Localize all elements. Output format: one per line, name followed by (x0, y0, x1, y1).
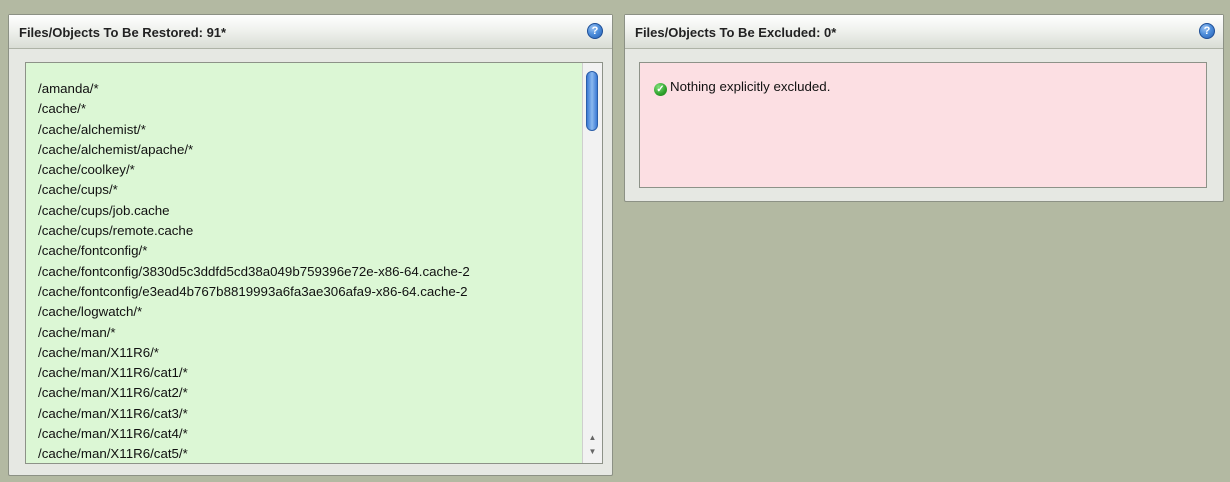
file-list-item: /cache/man/X11R6/cat1/* (38, 365, 188, 381)
check-circle-icon: ✓ (654, 83, 667, 96)
restored-panel: Files/Objects To Be Restored: 91* ? /ama… (8, 14, 613, 476)
file-list-item: /cache/fontconfig/* (38, 243, 148, 259)
scrollbar-thumb[interactable] (586, 71, 598, 131)
file-list-item: /cache/cups/job.cache (38, 202, 170, 218)
scroll-up-arrow-icon[interactable]: ▲ (583, 431, 602, 445)
file-list-item: /cache/* (38, 101, 87, 117)
scroll-down-arrow-icon[interactable]: ▼ (583, 445, 602, 459)
restored-file-list: /amanda/* /cache/* /cache/alchemist/* /cach… (38, 79, 583, 463)
file-list-item: /cache/alchemist/* (38, 121, 146, 137)
restored-panel-header: Files/Objects To Be Restored: 91* ? (9, 15, 612, 49)
file-list-item: /cache/fontconfig/3830d5c3ddfd5cd38a049b… (38, 263, 470, 279)
help-icon[interactable]: ? (1199, 23, 1215, 39)
file-list-item: /cache/cups/remote.cache (38, 223, 194, 239)
file-list-item: /cache/man/X11R6/cat2/* (38, 385, 188, 401)
excluded-panel: Files/Objects To Be Excluded: 0* ? ✓ Noth… (624, 14, 1224, 202)
restored-panel-title: Files/Objects To Be Restored: 91* (19, 25, 227, 40)
restored-file-list-box[interactable]: /amanda/* /cache/* /cache/alchemist/* /cach… (25, 62, 603, 464)
file-list-item: /cache/man/X11R6/cat5/* (38, 446, 188, 462)
excluded-panel-title: Files/Objects To Be Excluded: 0* (635, 25, 837, 40)
file-list-item: /cache/coolkey/* (38, 162, 135, 178)
excluded-message-text: Nothing explicitly excluded. (670, 79, 831, 94)
file-list-item: /cache/man/X11R6/cat4/* (38, 426, 188, 442)
file-list-item: /amanda/* (38, 81, 99, 96)
vertical-scrollbar[interactable]: ▲ ▼ (582, 63, 602, 463)
excluded-status-message: ✓ Nothing explicitly excluded. (654, 79, 830, 96)
excluded-panel-header: Files/Objects To Be Excluded: 0* ? (625, 15, 1223, 49)
file-list-item: /cache/fontconfig/e3ead4b767b8819993a6fa… (38, 283, 468, 299)
excluded-items-box: ✓ Nothing explicitly excluded. (639, 62, 1207, 188)
file-list-item: /cache/alchemist/apache/* (38, 141, 194, 157)
help-icon[interactable]: ? (587, 23, 603, 39)
file-list-item: /cache/man/X11R6/cat3/* (38, 405, 188, 421)
file-list-item: /cache/man/* (38, 324, 116, 340)
file-list-item: /cache/man/X11R6/* (38, 344, 159, 360)
file-list-item: /cache/cups/* (38, 182, 118, 198)
file-list-item: /cache/logwatch/* (38, 304, 143, 320)
